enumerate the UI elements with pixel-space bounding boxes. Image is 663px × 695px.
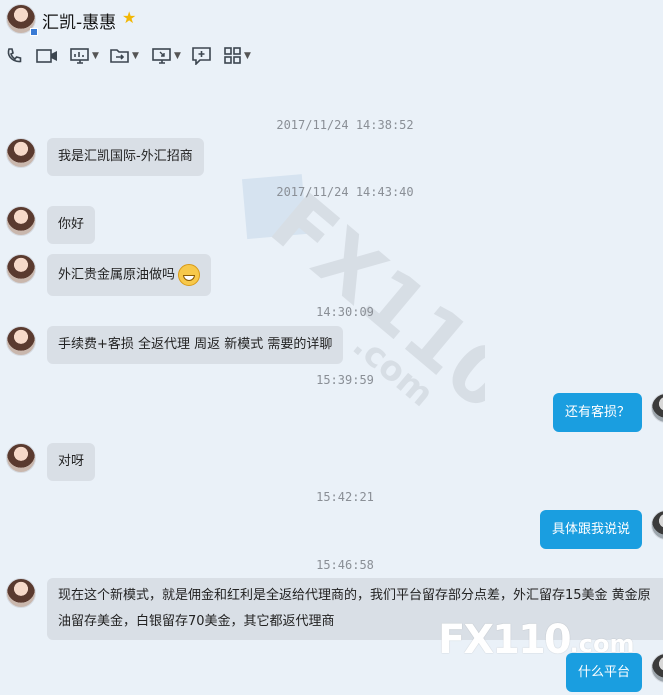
message-incoming: 我是汇凯国际-外汇招商	[6, 138, 204, 176]
chevron-down-icon[interactable]: ▼	[92, 51, 99, 61]
chevron-down-icon[interactable]: ▼	[244, 51, 251, 61]
message-text: 外汇贵金属原油做吗	[58, 267, 176, 283]
file-transfer-icon[interactable]: ▼	[110, 42, 139, 70]
avatar[interactable]	[6, 326, 36, 356]
timestamp: 14:30:09	[316, 305, 374, 319]
avatar[interactable]	[651, 653, 663, 683]
message-bubble[interactable]: 还有客损？	[552, 393, 642, 432]
watermark-logo: FX110	[438, 617, 572, 663]
watermark-big-domain: .com	[345, 325, 441, 415]
message-incoming: 手续费+客损 全返代理 周返 新模式 需要的详聊	[6, 326, 344, 364]
message-bubble[interactable]: 你好	[47, 206, 96, 244]
message-incoming: 你好	[6, 206, 96, 244]
timestamp: 15:46:58	[316, 558, 374, 572]
message-bubble[interactable]: 我是汇凯国际-外汇招商	[47, 138, 204, 176]
chevron-down-icon[interactable]: ▼	[174, 51, 181, 61]
star-icon[interactable]: ★	[122, 8, 136, 27]
apps-grid-icon[interactable]: ▼	[224, 42, 251, 70]
avatar[interactable]	[6, 206, 36, 236]
remote-desktop-icon[interactable]: ▼	[152, 42, 181, 70]
timestamp: 2017/11/24 14:38:52	[276, 118, 414, 132]
fx110-corner-watermark: FX110 .com	[438, 617, 635, 663]
contact-name[interactable]: 汇凯-惠惠	[42, 8, 116, 33]
watermark-domain: .com	[569, 630, 635, 658]
video-icon[interactable]	[36, 42, 58, 70]
avatar[interactable]	[651, 393, 663, 423]
avatar[interactable]	[6, 254, 36, 284]
message-bubble[interactable]: 外汇贵金属原油做吗	[47, 254, 212, 296]
message-outgoing: 具体跟我说说	[539, 510, 663, 549]
message-bubble[interactable]: 手续费+客损 全返代理 周返 新模式 需要的详聊	[47, 326, 344, 364]
timestamp: 15:39:59	[316, 373, 374, 387]
chat-toolbar: ▼ ▼ ▼ ▼	[0, 42, 300, 70]
message-bubble[interactable]: 具体跟我说说	[539, 510, 642, 549]
phone-icon[interactable]	[6, 42, 24, 70]
message-text-line: 现在这个新模式，就是佣金和红利是全返给代理商的，我们平台留存部分点差，外汇留存1…	[58, 588, 651, 603]
chevron-down-icon[interactable]: ▼	[132, 51, 139, 61]
message-outgoing: 还有客损？	[552, 393, 663, 432]
grin-emoji-icon	[178, 264, 201, 286]
watermark-big-logo: FX110	[254, 175, 485, 428]
avatar[interactable]	[6, 138, 36, 168]
screen-share-icon[interactable]: ▼	[70, 42, 99, 70]
avatar[interactable]	[6, 443, 36, 473]
message-incoming: 外汇贵金属原油做吗	[6, 254, 212, 296]
message-incoming: 对呀	[6, 443, 96, 481]
message-bubble[interactable]: 对呀	[47, 443, 96, 481]
avatar[interactable]	[651, 510, 663, 540]
timestamp: 15:42:21	[316, 490, 374, 504]
add-chat-icon[interactable]	[192, 42, 212, 70]
online-status-icon	[30, 28, 38, 36]
avatar[interactable]	[6, 578, 36, 608]
timestamp: 2017/11/24 14:43:40	[276, 185, 414, 199]
